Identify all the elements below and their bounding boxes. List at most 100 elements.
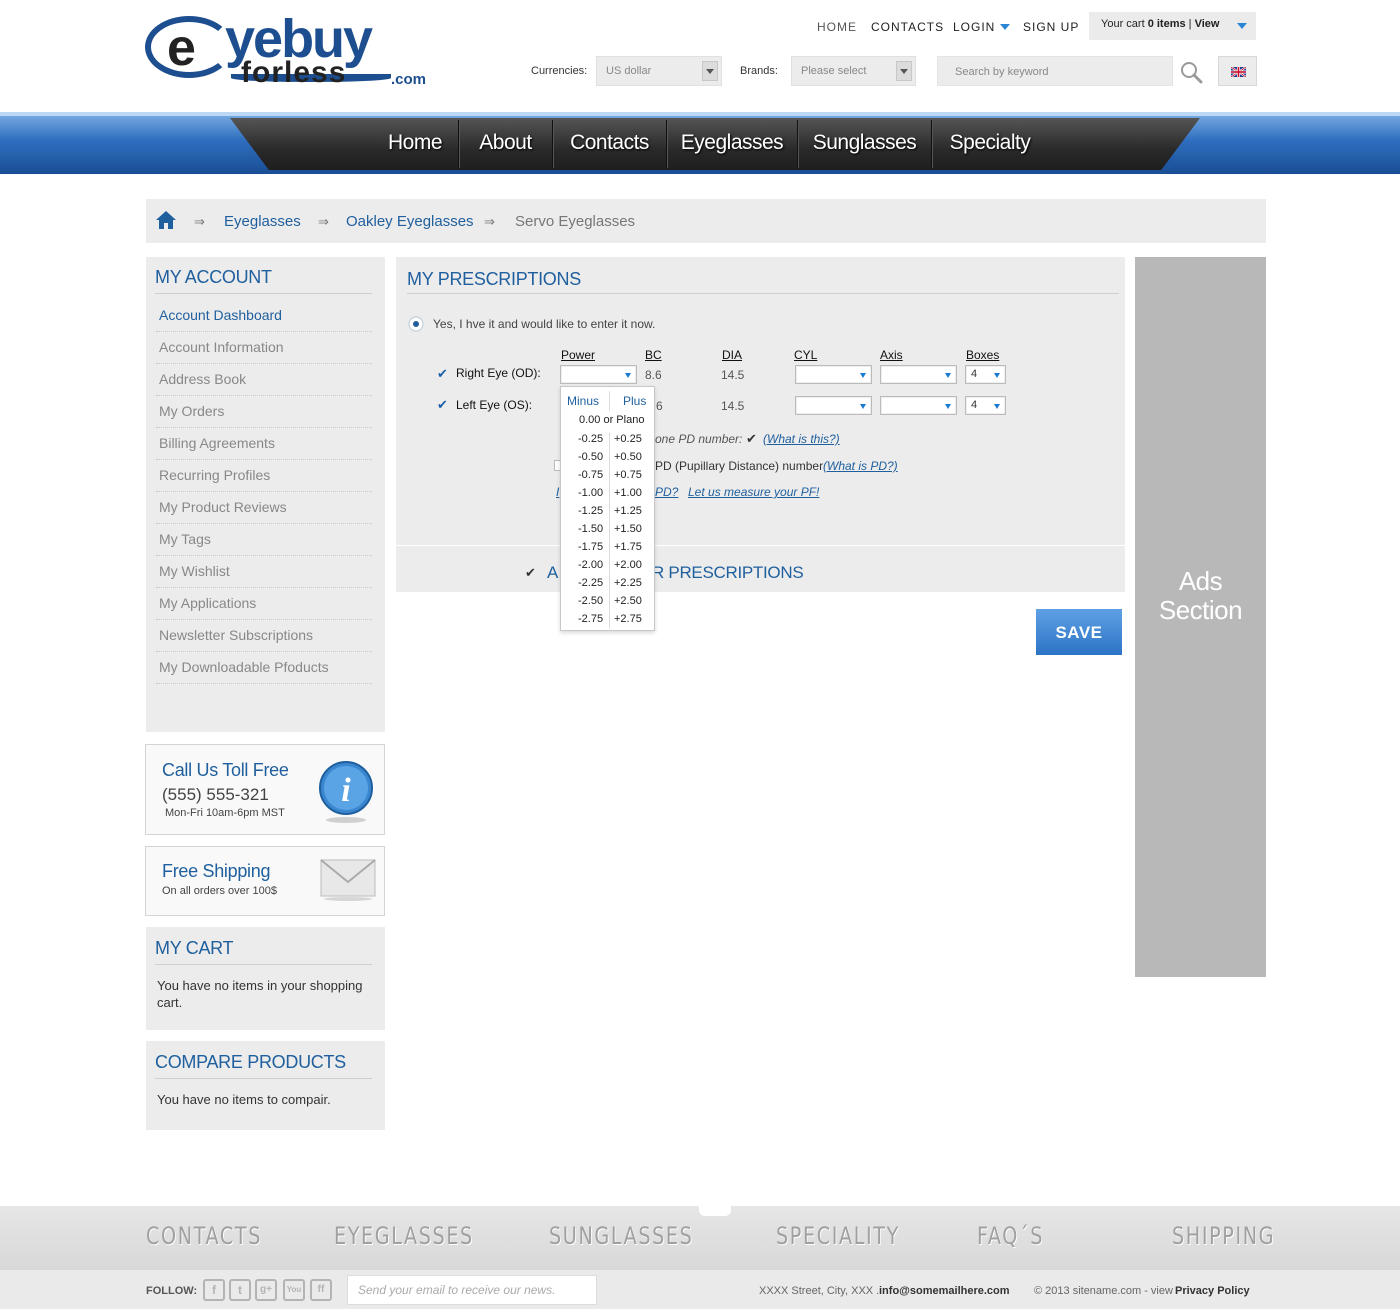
dropdown-minus-header[interactable]: Minus <box>567 394 599 408</box>
dropdown-option-minus[interactable]: -0.50 <box>578 451 603 463</box>
left-axis-select[interactable] <box>880 396 957 415</box>
dropdown-option-plus[interactable]: +0.75 <box>614 469 642 481</box>
account-information-link[interactable]: Account Information <box>156 332 372 364</box>
left-eye-checkbox[interactable]: ✔ <box>437 398 450 411</box>
measure-pd-link-fragment[interactable]: I <box>556 485 559 499</box>
my-tags-link[interactable]: My Tags <box>156 524 372 556</box>
breadcrumb-oakley[interactable]: Oakley Eyeglasses <box>346 213 474 230</box>
top-link-contacts[interactable]: CONTACTS <box>871 20 944 34</box>
cart-view-link[interactable]: View <box>1195 18 1220 30</box>
search-input[interactable]: Search by keyword <box>937 56 1173 86</box>
nav-contacts[interactable]: Contacts <box>553 120 667 168</box>
footer-link-eyeglasses[interactable]: EYEGLASSES <box>334 1222 474 1250</box>
footer-link-sunglasses[interactable]: SUNGLASSES <box>549 1222 693 1250</box>
ads-label-line2: Section <box>1158 595 1243 625</box>
right-axis-select[interactable] <box>880 365 957 384</box>
top-link-login[interactable]: LOGIN <box>953 20 995 34</box>
what-is-this-link[interactable]: (What is this?) <box>763 432 840 446</box>
dropdown-option-minus[interactable]: -1.00 <box>578 487 603 499</box>
facebook-icon[interactable]: f <box>203 1279 225 1301</box>
dropdown-option-minus[interactable]: -2.50 <box>578 595 603 607</box>
dropdown-option-minus[interactable]: -2.25 <box>578 577 603 589</box>
footer-link-speciality[interactable]: SPECIALITY <box>776 1222 900 1250</box>
power-dropdown-menu: Minus Plus 0.00 or Plano -0.25 +0.25 -0.50… <box>560 386 655 631</box>
what-is-pd-link[interactable]: (What is PD?) <box>823 459 898 473</box>
dropdown-option-minus[interactable]: -0.25 <box>578 433 603 445</box>
my-cart-panel: MY CART You have no items in your shoppi… <box>146 927 385 1030</box>
site-logo[interactable]: e yebuy forless .com <box>145 12 435 92</box>
left-cyl-select[interactable] <box>795 396 872 415</box>
other-prescriptions-checkbox[interactable]: ✔ <box>525 566 538 579</box>
dropdown-option-plus[interactable]: +1.25 <box>614 505 642 517</box>
dropdown-option-minus[interactable]: -1.25 <box>578 505 603 517</box>
right-boxes-select[interactable]: 4 <box>965 365 1006 384</box>
dropdown-option-plus[interactable]: +1.75 <box>614 541 642 553</box>
pd-one-checkbox[interactable]: ✔ <box>746 432 759 445</box>
nav-sunglasses[interactable]: Sunglasses <box>798 120 932 168</box>
right-power-select[interactable] <box>560 365 637 384</box>
footer-email-link[interactable]: info@somemailhere.com <box>879 1285 1010 1297</box>
flickr-icon[interactable]: ff <box>310 1279 332 1301</box>
my-wishlist-link[interactable]: My Wishlist <box>156 556 372 588</box>
home-icon[interactable] <box>155 210 177 230</box>
dropdown-option-plus[interactable]: +2.25 <box>614 577 642 589</box>
dropdown-option-minus[interactable]: -1.75 <box>578 541 603 553</box>
downloadable-products-link[interactable]: My Downloadable Pfoducts <box>156 652 372 684</box>
cart-caret-icon[interactable] <box>1237 23 1247 29</box>
top-link-signup[interactable]: SIGN UP <box>1023 20 1079 34</box>
footer-link-faqs[interactable]: FAQ´S <box>977 1222 1044 1250</box>
youtube-icon[interactable]: You <box>283 1279 305 1301</box>
dropdown-option-minus[interactable]: -0.75 <box>578 469 603 481</box>
dropdown-option-plus[interactable]: +2.00 <box>614 559 642 571</box>
language-selector[interactable] <box>1218 56 1257 86</box>
google-plus-icon[interactable]: g+ <box>255 1279 277 1301</box>
newsletter-email-input[interactable]: Send your email to receive our news. <box>347 1275 597 1305</box>
left-boxes-select[interactable]: 4 <box>965 396 1006 415</box>
nav-home[interactable]: Home <box>372 120 459 168</box>
top-link-home[interactable]: HOME <box>817 20 857 34</box>
header-boxes: Boxes <box>966 348 1000 362</box>
recurring-profiles-link[interactable]: Recurring Profiles <box>156 460 372 492</box>
privacy-policy-link[interactable]: Privacy Policy <box>1175 1285 1250 1297</box>
measure-pd-link[interactable]: PD? <box>655 485 678 499</box>
nav-specialty[interactable]: Specialty <box>932 120 1048 168</box>
save-button[interactable]: SAVE <box>1036 609 1122 655</box>
product-reviews-link[interactable]: My Product Reviews <box>156 492 372 524</box>
login-caret-icon[interactable] <box>1000 24 1010 30</box>
right-eye-checkbox[interactable]: ✔ <box>437 367 450 380</box>
billing-agreements-link[interactable]: Billing Agreements <box>156 428 372 460</box>
nav-about[interactable]: About <box>459 120 553 168</box>
brands-select[interactable]: Please select <box>791 56 916 86</box>
dropdown-option-plano[interactable]: 0.00 or Plano <box>579 414 644 426</box>
my-orders-link[interactable]: My Orders <box>156 396 372 428</box>
compare-text: You have no items to compair. <box>157 1092 331 1107</box>
cart-summary[interactable]: Your cart 0 items | View <box>1089 12 1256 40</box>
newsletter-subscriptions-link[interactable]: Newsletter Subscriptions <box>156 620 372 652</box>
currency-select[interactable]: US dollar <box>596 56 722 86</box>
logo-com-text: .com <box>391 71 427 88</box>
dropdown-option-minus[interactable]: -1.50 <box>578 523 603 535</box>
nav-eyeglasses[interactable]: Eyeglasses <box>667 120 798 168</box>
divider <box>609 433 610 629</box>
twitter-icon[interactable]: t <box>229 1279 251 1301</box>
address-book-link[interactable]: Address Book <box>156 364 372 396</box>
dropdown-option-plus[interactable]: +2.50 <box>614 595 642 607</box>
search-icon[interactable] <box>1179 60 1203 84</box>
right-cyl-select[interactable] <box>795 365 872 384</box>
dropdown-option-minus[interactable]: -2.75 <box>578 613 603 625</box>
dropdown-option-plus[interactable]: +2.75 <box>614 613 642 625</box>
breadcrumb-eyeglasses[interactable]: Eyeglasses <box>224 213 301 230</box>
dropdown-option-minus[interactable]: -2.00 <box>578 559 603 571</box>
account-dashboard-link[interactable]: Account Dashboard <box>156 300 372 332</box>
my-applications-link[interactable]: My Applications <box>156 588 372 620</box>
let-us-measure-link[interactable]: Let us measure your PF! <box>688 485 819 499</box>
dropdown-option-plus[interactable]: +0.25 <box>614 433 642 445</box>
dropdown-option-plus[interactable]: +1.00 <box>614 487 642 499</box>
dropdown-option-plus[interactable]: +1.50 <box>614 523 642 535</box>
footer-link-shipping[interactable]: SHIPPING <box>1172 1222 1275 1250</box>
dropdown-plus-header[interactable]: Plus <box>623 394 646 408</box>
currencies-label: Currencies: <box>531 65 588 77</box>
footer-link-contacts[interactable]: CONTACTS <box>146 1222 262 1250</box>
prescription-radio[interactable] <box>408 316 424 332</box>
dropdown-option-plus[interactable]: +0.50 <box>614 451 642 463</box>
